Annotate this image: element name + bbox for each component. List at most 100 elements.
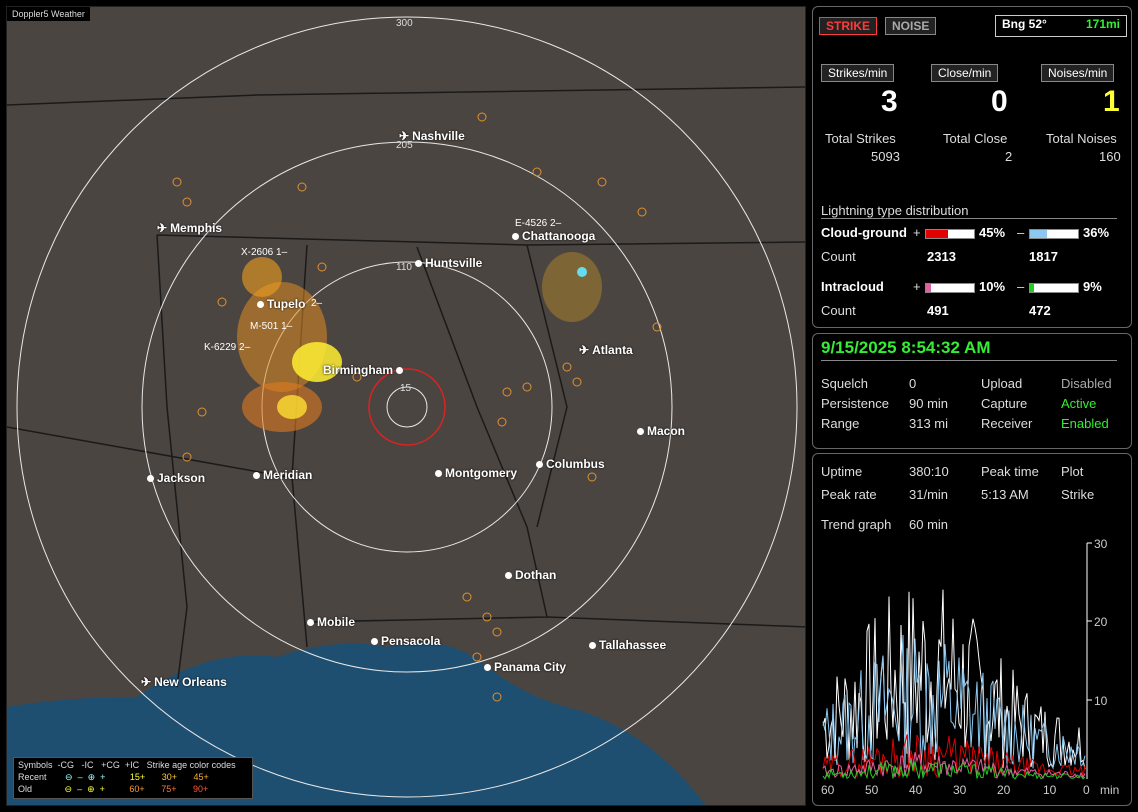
range-label-15: 15 bbox=[400, 383, 412, 394]
total-close-label: Total Close bbox=[943, 131, 1008, 146]
city-dot-icon bbox=[505, 572, 512, 580]
ic-positive-bar bbox=[925, 283, 975, 293]
app-watermark: Doppler5 Weather bbox=[7, 7, 90, 21]
range-label: Range bbox=[821, 416, 860, 431]
total-close-value: 2 bbox=[1005, 149, 1013, 164]
peak-rate-value: 31/min bbox=[909, 487, 949, 502]
trend-y-tick-label: 10 bbox=[1094, 694, 1108, 708]
upload-value: Disabled bbox=[1061, 376, 1112, 391]
distance-value: 171mi bbox=[1085, 17, 1120, 31]
squelch-label: Squelch bbox=[821, 376, 868, 391]
cluster-label: X-2606 1– bbox=[241, 247, 288, 258]
noises-per-min-button[interactable]: Noises/min bbox=[1041, 64, 1115, 82]
city-dot-icon bbox=[484, 664, 491, 672]
city-new-orleans: ✈ New Orleans bbox=[141, 675, 227, 689]
city-mobile: Mobile bbox=[307, 615, 355, 629]
minus-sign: – bbox=[1017, 279, 1025, 294]
airport-icon: ✈ bbox=[579, 343, 590, 357]
city-dot-icon bbox=[257, 301, 264, 309]
cluster-label: M-501 1– bbox=[250, 321, 293, 332]
trend-x-tick-label: 10 bbox=[1043, 783, 1057, 797]
city-dot-icon bbox=[415, 260, 422, 268]
city-dothan: Dothan bbox=[505, 568, 556, 582]
trend-panel: Uptime 380:10 Peak time Plot Peak rate 3… bbox=[812, 453, 1132, 806]
ic-negative-pct: 9% bbox=[1083, 279, 1102, 294]
strike-cluster-east bbox=[542, 252, 602, 322]
city-dot-icon bbox=[371, 638, 378, 646]
persistence-value: 90 min bbox=[909, 396, 949, 411]
strike-stats-panel: STRIKE NOISE Bng 52° 171mi Strikes/min C… bbox=[812, 6, 1132, 328]
city-dot-icon bbox=[435, 470, 442, 478]
strike-mode-button[interactable]: STRIKE bbox=[819, 17, 878, 35]
total-noises-value: 160 bbox=[1099, 149, 1121, 164]
ic-negative-bar bbox=[1029, 283, 1079, 293]
ic-positive-count: 491 bbox=[927, 303, 949, 318]
trend-x-ticks: 60 50 40 30 20 10 0 min bbox=[821, 783, 1119, 797]
receiver-label: Receiver bbox=[981, 416, 1033, 431]
airport-icon: ✈ bbox=[157, 221, 168, 235]
plus-sign: + bbox=[913, 279, 921, 294]
city-dot-icon bbox=[147, 475, 154, 483]
city-chattanooga: Chattanooga bbox=[512, 229, 595, 243]
trend-x-tick-label: 20 bbox=[997, 783, 1011, 797]
ic-count-label: Count bbox=[821, 303, 856, 318]
receiver-value: Enabled bbox=[1061, 416, 1109, 431]
trend-y-tick-label: 30 bbox=[1094, 539, 1108, 551]
city-macon: Macon bbox=[637, 424, 685, 438]
capture-label: Capture bbox=[981, 396, 1028, 411]
capture-value: Active bbox=[1061, 396, 1097, 411]
legend-old-row: Old ⊖ – ⊕ + 60+ 75+ 90+ bbox=[18, 784, 209, 794]
city-huntsville: Huntsville bbox=[415, 256, 482, 270]
upload-label: Upload bbox=[981, 376, 1023, 391]
city-pensacola: Pensacola bbox=[371, 634, 440, 648]
plot-value[interactable]: Strike bbox=[1061, 487, 1094, 502]
trend-x-tick-label: 60 bbox=[821, 783, 835, 797]
symbol-legend: Symbols -CG -IC +CG +IC Strike age color… bbox=[13, 757, 253, 799]
close-per-min-value: 0 bbox=[991, 85, 1008, 118]
map-graphics bbox=[7, 16, 805, 805]
trend-y-tick-label: 20 bbox=[1094, 615, 1108, 629]
plot-label: Plot bbox=[1061, 464, 1084, 479]
legend-old-symbols: ⊖ – ⊕ + bbox=[64, 784, 105, 794]
trend-graph: 30 20 10 60 50 40 30 20 10 0 min bbox=[821, 539, 1119, 797]
peak-time-value: 5:13 AM bbox=[981, 487, 1029, 502]
trend-x-tick-label: 40 bbox=[909, 783, 923, 797]
bearing-value: Bng 52° bbox=[1002, 17, 1047, 31]
radar-map[interactable]: Doppler5 Weather 300 205 110 15 ✈ Nashvil… bbox=[6, 6, 806, 806]
trend-x-tick-label: 50 bbox=[865, 783, 879, 797]
range-label-110: 110 bbox=[396, 262, 412, 273]
strikes-per-min-button[interactable]: Strikes/min bbox=[821, 64, 895, 82]
city-montgomery: Montgomery bbox=[435, 466, 517, 480]
noise-mode-button[interactable]: NOISE bbox=[885, 17, 937, 35]
uptime-value: 380:10 bbox=[909, 464, 949, 479]
city-jackson: Jackson bbox=[147, 471, 205, 485]
range-label-300: 300 bbox=[396, 18, 413, 29]
cluster-label: 2– bbox=[311, 298, 323, 309]
city-tallahassee: Tallahassee bbox=[589, 638, 666, 652]
status-panel: 9/15/2025 8:54:32 AM Squelch 0 Upload Di… bbox=[812, 333, 1132, 449]
peak-rate-label: Peak rate bbox=[821, 487, 877, 502]
strikes-per-min-value: 3 bbox=[881, 85, 898, 118]
close-per-min-button[interactable]: Close/min bbox=[931, 64, 999, 82]
trend-graph-label: Trend graph bbox=[821, 517, 892, 532]
cg-negative-pct: 36% bbox=[1083, 225, 1110, 240]
cg-negative-bar bbox=[1029, 229, 1079, 239]
cg-positive-count: 2313 bbox=[927, 249, 956, 264]
plus-sign: + bbox=[913, 225, 921, 240]
squelch-value: 0 bbox=[909, 376, 917, 391]
city-columbus: Columbus bbox=[536, 457, 605, 471]
cg-positive-bar bbox=[925, 229, 975, 239]
city-dot-icon bbox=[512, 233, 519, 241]
city-panama-city: Panama City bbox=[484, 660, 566, 674]
ic-negative-count: 472 bbox=[1029, 303, 1051, 318]
strike-cluster-west bbox=[237, 257, 342, 432]
city-dot-icon bbox=[589, 642, 596, 650]
legend-header: Symbols -CG -IC +CG +IC Strike age color… bbox=[18, 760, 236, 770]
city-dot-icon bbox=[396, 367, 404, 375]
cg-positive-pct: 45% bbox=[979, 225, 1006, 240]
cluster-label: K-6229 2– bbox=[204, 342, 251, 353]
datetime-display: 9/15/2025 8:54:32 AM bbox=[821, 338, 1117, 361]
ic-positive-pct: 10% bbox=[979, 279, 1006, 294]
airport-icon: ✈ bbox=[141, 675, 152, 689]
city-nashville: ✈ Nashville bbox=[399, 129, 465, 143]
